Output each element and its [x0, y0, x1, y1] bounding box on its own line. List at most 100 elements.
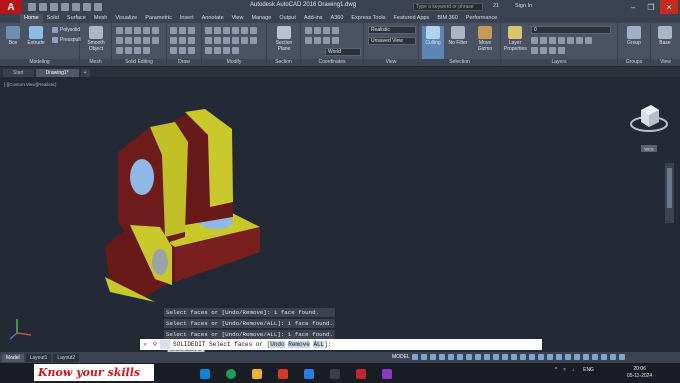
wifi-icon[interactable]: ≈ [563, 367, 566, 373]
close-command-line-icon[interactable]: ✕ [140, 341, 150, 348]
selection-filter-icon[interactable] [520, 354, 526, 360]
clock[interactable]: 20:06 05-11-2024 [627, 366, 652, 380]
named-view-dropdown[interactable]: Unsaved View [368, 37, 416, 45]
section-panel-title[interactable]: Section [267, 59, 300, 66]
tab-layout2[interactable]: Layout2 [53, 353, 80, 362]
tab-a360[interactable]: A360 [327, 14, 348, 23]
match-layer-icon[interactable] [585, 37, 592, 44]
ucs-x-icon[interactable] [305, 37, 312, 44]
dynamic-ucs-icon[interactable] [511, 354, 517, 360]
new-tab-button[interactable]: + [80, 69, 90, 77]
save-as-icon[interactable] [61, 3, 69, 11]
ucs-dropdown[interactable]: World [325, 48, 361, 56]
tab-model[interactable]: Model [2, 353, 24, 362]
office-icon[interactable] [278, 369, 288, 379]
groups-panel-title[interactable]: Groups [618, 59, 650, 66]
trim-icon[interactable] [223, 27, 230, 34]
offset-faces-icon[interactable] [125, 47, 132, 54]
align-icon[interactable] [205, 47, 212, 54]
redo-icon[interactable] [94, 3, 102, 11]
hatch-icon[interactable] [188, 37, 195, 44]
chevron-up-icon[interactable]: ^ [555, 367, 557, 373]
open-icon[interactable] [39, 3, 47, 11]
lock-ui-icon[interactable] [583, 354, 589, 360]
thicken-icon[interactable] [134, 47, 141, 54]
tab-visualize[interactable]: Visualize [111, 14, 141, 23]
3d-clevis-model[interactable] [100, 107, 270, 302]
visual-style-dropdown[interactable]: Realistic [368, 26, 416, 34]
layer-merge-icon[interactable] [549, 47, 556, 54]
subtract-icon[interactable] [125, 27, 132, 34]
search-input[interactable]: Type a keyword or phrase [413, 3, 483, 11]
layer-dropdown[interactable]: 0 [531, 26, 611, 34]
object-snap-tracking-icon[interactable] [457, 354, 463, 360]
annotation-monitor-icon[interactable] [556, 354, 562, 360]
rectangle-icon[interactable] [179, 37, 186, 44]
clean-screen-icon[interactable] [610, 354, 616, 360]
layers-panel-title[interactable]: Layers [501, 59, 617, 66]
make-current-icon[interactable] [576, 37, 583, 44]
ucs-y-icon[interactable] [314, 37, 321, 44]
modify-panel-title[interactable]: Modify [202, 59, 266, 66]
move-icon[interactable] [205, 27, 212, 34]
copy-icon[interactable] [241, 27, 248, 34]
autocad-logo[interactable]: A [0, 0, 22, 14]
shell-icon[interactable] [134, 37, 141, 44]
explode-icon[interactable] [241, 37, 248, 44]
ucs-origin-icon[interactable] [332, 27, 339, 34]
file-explorer-icon[interactable] [252, 369, 262, 379]
selection-cycling-icon[interactable] [493, 354, 499, 360]
viewport-controls[interactable]: [-][Custom View][Realistic] [4, 82, 56, 87]
tab-home[interactable]: Home [20, 14, 43, 23]
minimize-icon[interactable]: – [624, 0, 642, 14]
layer-walk-icon[interactable] [540, 47, 547, 54]
ucs-3point-icon[interactable] [323, 27, 330, 34]
isolate-objects-icon[interactable] [592, 354, 598, 360]
grid-icon[interactable] [412, 354, 418, 360]
command-line[interactable]: ✕ ⚲ SOLIDEDIT Select faces or [Undo Remo… [140, 339, 542, 350]
tab-parametric[interactable]: Parametric [141, 14, 176, 23]
scale-icon[interactable] [223, 37, 230, 44]
autocad-taskbar-icon[interactable] [356, 369, 366, 379]
hardware-acceleration-icon[interactable] [601, 354, 607, 360]
option-all[interactable]: ALL [313, 341, 325, 348]
tab-start[interactable]: Start [3, 69, 34, 77]
polysolid-button[interactable]: Polysolid [52, 27, 80, 33]
interfere-icon[interactable] [143, 47, 150, 54]
layer-off-icon[interactable] [558, 37, 565, 44]
tab-mesh[interactable]: Mesh [90, 14, 111, 23]
circle-icon[interactable] [188, 27, 195, 34]
mail-icon[interactable] [304, 369, 314, 379]
section-plane-button[interactable]: Section Plane [274, 26, 294, 52]
tab-bim-360[interactable]: BIM 360 [433, 14, 461, 23]
tab-output[interactable]: Output [275, 14, 300, 23]
model-space-toggle[interactable]: MODEL [392, 354, 410, 360]
navigation-bar[interactable] [665, 163, 674, 223]
ellipse-icon[interactable] [179, 47, 186, 54]
units-icon[interactable] [565, 354, 571, 360]
slice-icon[interactable] [143, 27, 150, 34]
quick-properties-icon[interactable] [574, 354, 580, 360]
smooth-object-button[interactable]: Smooth Object [86, 26, 106, 52]
array-icon[interactable] [232, 37, 239, 44]
media-icon[interactable] [382, 369, 392, 379]
draw-panel-title[interactable]: Draw [167, 59, 201, 66]
imprint-icon[interactable] [152, 37, 159, 44]
box-button[interactable]: Box [3, 26, 23, 46]
close-icon[interactable]: ✕ [660, 0, 678, 14]
customization-icon[interactable] [619, 354, 625, 360]
view-base-panel-title[interactable]: View [651, 59, 680, 66]
tab-performance[interactable]: Performance [462, 14, 502, 23]
gizmo-icon[interactable] [529, 354, 535, 360]
tab-surface[interactable]: Surface [63, 14, 90, 23]
base-view-button[interactable]: Base [654, 26, 676, 46]
region-icon[interactable] [188, 47, 195, 54]
solid-editing-panel-title[interactable]: Solid Editing [112, 59, 166, 66]
fillet-edge-icon[interactable] [116, 37, 123, 44]
polar-icon[interactable] [439, 354, 445, 360]
union-icon[interactable] [116, 27, 123, 34]
layer-properties-button[interactable]: Layer Properties [504, 26, 527, 52]
taper-faces-icon[interactable] [116, 47, 123, 54]
intersect-icon[interactable] [134, 27, 141, 34]
3d-rotate-icon[interactable] [223, 47, 230, 54]
